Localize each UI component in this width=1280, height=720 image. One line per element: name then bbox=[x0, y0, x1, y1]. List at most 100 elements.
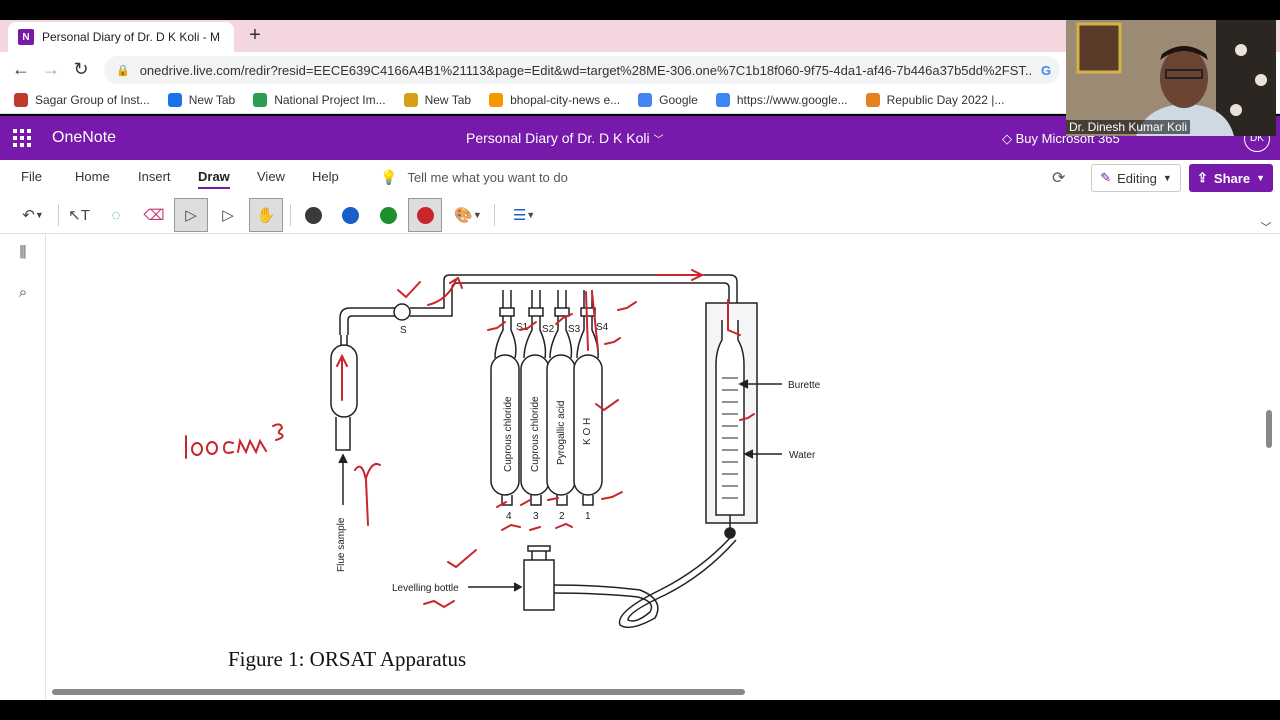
webcam-video bbox=[1066, 20, 1276, 136]
screen: N Personal Diary of Dr. D K Koli - M + ←… bbox=[0, 0, 1280, 720]
bookmark-item[interactable]: Republic Day 2022 |... bbox=[865, 92, 1005, 107]
pen-color-red[interactable] bbox=[408, 198, 442, 232]
bookmark-favicon-icon bbox=[14, 92, 28, 107]
pan-hand-icon[interactable]: ✋ bbox=[249, 198, 283, 232]
tell-me-text: Tell me what you want to do bbox=[407, 170, 568, 185]
share-label: Share bbox=[1213, 170, 1251, 186]
ink-annotations[interactable] bbox=[185, 269, 755, 609]
lightbulb-icon: 💡 bbox=[380, 169, 398, 185]
bookmark-item[interactable]: New Tab bbox=[167, 92, 236, 107]
valve-s-label: S bbox=[400, 325, 407, 336]
left-rail: ⫼ ⌕ bbox=[0, 234, 46, 720]
pen-color-blue[interactable] bbox=[333, 198, 367, 232]
bulb-3-label: Cuprous chloride bbox=[530, 396, 541, 472]
tab-draw[interactable]: Draw bbox=[198, 169, 230, 189]
figure-caption: Figure 1: ORSAT Apparatus bbox=[228, 647, 467, 671]
pen-color-green[interactable] bbox=[371, 198, 405, 232]
tab-view[interactable]: View bbox=[257, 169, 285, 184]
undo-icon[interactable]: ↶ ▼ bbox=[14, 198, 52, 232]
burette-label: Burette bbox=[788, 380, 821, 391]
eraser-icon[interactable]: ⌫ bbox=[137, 198, 171, 232]
document-title-text: Personal Diary of Dr. D K Koli bbox=[466, 130, 650, 146]
tab-title: Personal Diary of Dr. D K Koli - M bbox=[42, 30, 221, 44]
bookmark-favicon-icon bbox=[638, 92, 653, 107]
bookmark-label: Republic Day 2022 |... bbox=[886, 92, 1005, 107]
document-title[interactable]: Personal Diary of Dr. D K Koli ﹀ bbox=[466, 130, 664, 146]
valve-s3-label: S3 bbox=[568, 324, 581, 335]
palette-icon[interactable]: 🎨 ▼ bbox=[448, 198, 488, 232]
highlighter-icon[interactable]: ▷ bbox=[211, 198, 245, 232]
bookmark-label: National Project Im... bbox=[274, 92, 386, 107]
search-icon[interactable]: ⌕ bbox=[12, 284, 34, 306]
share-button[interactable]: ⇪ Share ▼ bbox=[1189, 164, 1273, 192]
lock-icon: 🔒 bbox=[116, 64, 130, 77]
water-label: Water bbox=[789, 450, 816, 461]
horizontal-scrollbar[interactable] bbox=[52, 689, 745, 695]
bookmark-item[interactable]: New Tab bbox=[403, 92, 472, 107]
bulb-1-label: K O H bbox=[582, 418, 593, 445]
browser-tab[interactable]: N Personal Diary of Dr. D K Koli - M bbox=[8, 22, 234, 52]
bulb-number-3: 3 bbox=[533, 511, 539, 522]
forward-icon[interactable]: → bbox=[40, 58, 62, 80]
presenter-name: Dr. Dinesh Kumar Koli bbox=[1066, 120, 1191, 134]
bookmark-favicon-icon bbox=[167, 92, 182, 107]
chevron-down-icon: ▼ bbox=[1162, 173, 1172, 183]
bottom-bar bbox=[0, 700, 1280, 720]
bookmark-item[interactable]: Google bbox=[638, 92, 698, 107]
bulb-number-2: 2 bbox=[559, 511, 565, 522]
draw-toolbar: ↶ ▼ ↖T ◌ ⌫ ▷ ▷ ✋ 🎨 ▼ ☰ ▼ ﹀ bbox=[0, 196, 1280, 234]
editing-label: Editing bbox=[1117, 170, 1157, 186]
valve-s2-label: S2 bbox=[542, 324, 555, 335]
tab-help[interactable]: Help bbox=[312, 169, 339, 184]
chevron-down-icon: ﹀ bbox=[653, 135, 664, 146]
flue-sample-label: Flue sample bbox=[336, 517, 347, 572]
notebooks-icon[interactable]: ⫼ bbox=[12, 244, 34, 266]
url-text: onedrive.live.com/redir?resid=EECE639C41… bbox=[139, 62, 1032, 78]
tell-me-search[interactable]: 💡 Tell me what you want to do bbox=[380, 169, 568, 186]
bookmark-favicon-icon bbox=[865, 92, 880, 107]
bookmark-favicon-icon bbox=[253, 92, 268, 107]
orsat-diagram: S S1 S2 S3 S4 Burette Water Levelling bo… bbox=[185, 269, 821, 629]
editing-mode-button[interactable]: ✎ Editing ▼ bbox=[1091, 164, 1181, 192]
line-weight-icon[interactable]: ☰ ▼ bbox=[504, 198, 544, 232]
pen-color-black[interactable] bbox=[296, 198, 330, 232]
bulb-4-label: Cuprous chloride bbox=[503, 396, 514, 472]
bookmark-label: Sagar Group of Inst... bbox=[35, 92, 150, 107]
valve-s4-label: S4 bbox=[596, 322, 609, 333]
bookmark-item[interactable]: bhopal-city-news e... bbox=[489, 92, 620, 107]
sync-icon[interactable]: ⟳ bbox=[1052, 168, 1065, 188]
tab-file[interactable]: File bbox=[21, 169, 42, 184]
new-tab-button[interactable]: + bbox=[244, 24, 266, 46]
tab-home[interactable]: Home bbox=[75, 169, 110, 184]
lasso-select-icon[interactable]: ◌ bbox=[99, 198, 133, 232]
tab-insert[interactable]: Insert bbox=[138, 169, 171, 184]
share-icon: ⇪ bbox=[1197, 170, 1208, 185]
bookmark-favicon-icon bbox=[715, 92, 730, 107]
presenter-image bbox=[1066, 20, 1276, 136]
page-canvas[interactable]: S S1 S2 S3 S4 Burette Water Levelling bo… bbox=[46, 234, 1280, 700]
bookmark-item[interactable]: Sagar Group of Inst... bbox=[14, 92, 150, 107]
bookmark-favicon-icon bbox=[489, 92, 504, 107]
bookmark-favicon-icon bbox=[403, 92, 418, 107]
bulb-number-4: 4 bbox=[506, 511, 512, 522]
app-name[interactable]: OneNote bbox=[52, 129, 116, 147]
pencil-icon: ✎ bbox=[1100, 170, 1112, 185]
google-icon[interactable]: G bbox=[1032, 63, 1060, 78]
reload-icon[interactable]: ↻ bbox=[70, 58, 92, 80]
bookmark-label: New Tab bbox=[188, 92, 236, 107]
pen-tool-icon[interactable]: ▷ bbox=[174, 198, 208, 232]
ribbon-tabs: File Home Insert Draw View Help 💡 Tell m… bbox=[0, 160, 1280, 196]
address-bar[interactable]: 🔒 onedrive.live.com/redir?resid=EECE639C… bbox=[104, 56, 1060, 84]
bookmark-label: https://www.google... bbox=[736, 92, 848, 107]
back-icon[interactable]: ← bbox=[10, 58, 32, 80]
bookmark-item[interactable]: National Project Im... bbox=[253, 92, 386, 107]
bookmark-item[interactable]: https://www.google... bbox=[715, 92, 848, 107]
bookmark-label: Google bbox=[659, 92, 698, 107]
vertical-scrollbar[interactable] bbox=[1266, 410, 1272, 448]
bulb-2-label: Pyrogallic acid bbox=[556, 401, 567, 465]
type-select-icon[interactable]: ↖T bbox=[62, 198, 96, 232]
bookmark-label: New Tab bbox=[424, 92, 472, 107]
bulb-number-1: 1 bbox=[585, 511, 591, 522]
app-launcher-icon[interactable] bbox=[13, 129, 31, 147]
diamond-icon: ◇ bbox=[1002, 131, 1012, 146]
